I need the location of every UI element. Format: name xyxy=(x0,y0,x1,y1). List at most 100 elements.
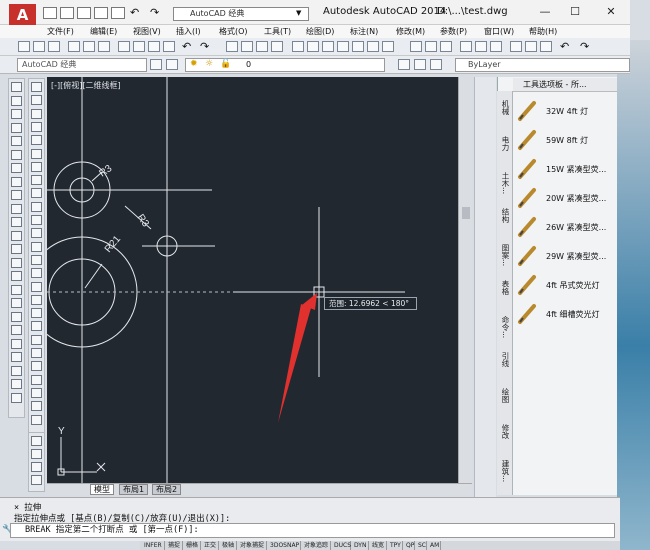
palette-item[interactable]: 20W 紧凑型荧... xyxy=(516,185,616,211)
workspace-select[interactable]: AutoCAD 经典 xyxy=(17,58,147,72)
status-toggle-button[interactable]: SC xyxy=(417,541,427,550)
polyline-icon[interactable] xyxy=(11,109,22,119)
palette-item[interactable]: 15W 紧凑型荧... xyxy=(516,156,616,182)
autocad-logo-button[interactable]: A xyxy=(9,4,36,26)
status-toggle-button[interactable]: DUCS xyxy=(333,541,351,550)
color-select[interactable]: ByLayer xyxy=(455,58,630,72)
mirror-icon[interactable] xyxy=(11,379,22,389)
menu-tools[interactable]: 工具(T) xyxy=(264,26,291,37)
point-icon[interactable] xyxy=(11,257,22,268)
publish-icon[interactable] xyxy=(490,41,502,52)
minimize-button[interactable]: — xyxy=(530,3,560,21)
undo-icon[interactable]: ↶ xyxy=(182,40,191,53)
status-toggle-button[interactable]: INFER xyxy=(143,541,165,550)
zoom-realtime-icon[interactable] xyxy=(241,41,253,52)
join-icon[interactable] xyxy=(31,374,42,385)
menu-help[interactable]: 帮助(H) xyxy=(529,26,557,37)
palette-item[interactable]: 4ft 吊式荧光灯 xyxy=(516,272,616,298)
redo-icon[interactable]: ↷ xyxy=(200,40,209,53)
open-icon[interactable] xyxy=(33,41,45,52)
status-toggle-button[interactable]: 线宽 xyxy=(371,541,387,550)
scroll-thumb[interactable] xyxy=(462,207,470,219)
move-icon[interactable] xyxy=(31,281,42,292)
layer-select[interactable]: 0 xyxy=(185,58,385,72)
new-file-icon[interactable] xyxy=(43,7,57,19)
hatch-icon[interactable] xyxy=(31,135,42,146)
calculator-icon[interactable] xyxy=(367,41,379,52)
palette-side-tab[interactable]: 绘图 xyxy=(499,388,511,403)
offset-icon[interactable] xyxy=(31,254,42,265)
design-center-icon[interactable] xyxy=(307,41,319,52)
preview-icon[interactable] xyxy=(475,41,487,52)
arc-icon[interactable] xyxy=(11,149,22,160)
save-icon[interactable] xyxy=(48,41,60,52)
sheet-set-icon[interactable] xyxy=(337,41,349,52)
paste-icon[interactable] xyxy=(148,41,160,52)
point-icon[interactable] xyxy=(31,121,42,132)
make-block-icon[interactable] xyxy=(31,108,42,119)
open-file-icon[interactable] xyxy=(60,7,74,19)
close-button[interactable]: ✕ xyxy=(596,3,626,21)
pan-icon[interactable] xyxy=(226,41,238,52)
insert-block-icon[interactable] xyxy=(11,230,22,241)
properties-icon[interactable] xyxy=(292,41,304,52)
tab-layout2[interactable]: 布局2 xyxy=(152,484,182,495)
layer-manager-icon[interactable] xyxy=(166,59,178,70)
sun-icon[interactable]: ☼ xyxy=(205,59,213,69)
new-icon[interactable] xyxy=(18,41,30,52)
array-icon[interactable] xyxy=(31,268,42,279)
menu-insert[interactable]: 插入(I) xyxy=(176,26,201,37)
gradient-icon[interactable] xyxy=(31,148,42,159)
rotate-icon[interactable] xyxy=(31,294,42,305)
zoom-previous-icon[interactable] xyxy=(271,41,283,52)
add-selected-icon[interactable] xyxy=(31,201,42,212)
print-icon[interactable] xyxy=(68,41,80,52)
palette-side-tab[interactable]: 电力 xyxy=(499,136,511,151)
palette-item[interactable]: 26W 紧凑型荧... xyxy=(516,214,616,240)
hatch-icon[interactable] xyxy=(11,271,22,281)
ray-icon[interactable] xyxy=(11,95,22,106)
dimension-icon[interactable] xyxy=(31,449,42,459)
preview-icon[interactable] xyxy=(83,41,95,52)
region-icon[interactable] xyxy=(31,161,42,172)
redo-icon[interactable]: ↷ xyxy=(580,40,589,53)
chamfer-icon[interactable] xyxy=(31,387,42,398)
copy-icon[interactable] xyxy=(133,41,145,52)
undo-icon[interactable]: ↶ xyxy=(130,6,139,19)
palette-side-tab[interactable]: 土木... xyxy=(499,172,511,194)
line-icon[interactable] xyxy=(11,82,22,92)
save-icon[interactable] xyxy=(440,41,452,52)
menu-dimension[interactable]: 标注(N) xyxy=(350,26,378,37)
scale-icon[interactable] xyxy=(31,308,42,319)
offset-icon[interactable] xyxy=(11,392,22,403)
menu-modify[interactable]: 修改(M) xyxy=(396,26,425,37)
copy-icon[interactable] xyxy=(31,228,42,239)
table-icon[interactable] xyxy=(31,175,42,186)
workspace-dropdown[interactable]: AutoCAD 经典 xyxy=(173,7,309,21)
spline-icon[interactable] xyxy=(11,190,22,200)
redo-icon[interactable]: ↷ xyxy=(150,6,159,19)
new-icon[interactable] xyxy=(410,41,422,52)
status-toggle-button[interactable]: AM xyxy=(429,541,441,550)
status-toggle-button[interactable]: TPY xyxy=(389,541,403,550)
menu-format[interactable]: 格式(O) xyxy=(219,26,248,37)
status-toggle-button[interactable]: DYN xyxy=(353,541,369,550)
palette-item[interactable]: 29W 紧凑型荧... xyxy=(516,243,616,269)
status-toggle-button[interactable]: 极轴 xyxy=(221,541,237,550)
markup-icon[interactable] xyxy=(352,41,364,52)
lock-icon[interactable]: 🔓 xyxy=(220,59,231,69)
palette-item[interactable]: 4ft 细槽荧光灯 xyxy=(516,301,616,327)
vertical-scrollbar[interactable] xyxy=(458,77,472,483)
status-toggle-button[interactable]: 3DOSNAP xyxy=(269,541,301,550)
stretch-icon[interactable] xyxy=(31,321,42,332)
menu-edit[interactable]: 编辑(E) xyxy=(90,26,117,37)
palette-item[interactable]: 32W 4ft 灯 xyxy=(516,98,616,124)
menu-file[interactable]: 文件(F) xyxy=(47,26,74,37)
print-icon[interactable] xyxy=(460,41,472,52)
plot-icon[interactable] xyxy=(111,7,125,19)
open-icon[interactable] xyxy=(425,41,437,52)
copy-icon[interactable] xyxy=(11,365,22,376)
palette-side-tab[interactable]: 命令... xyxy=(499,316,511,338)
status-toggle-button[interactable]: 对象追踪 xyxy=(303,541,331,550)
tab-layout1[interactable]: 布局1 xyxy=(119,484,149,495)
